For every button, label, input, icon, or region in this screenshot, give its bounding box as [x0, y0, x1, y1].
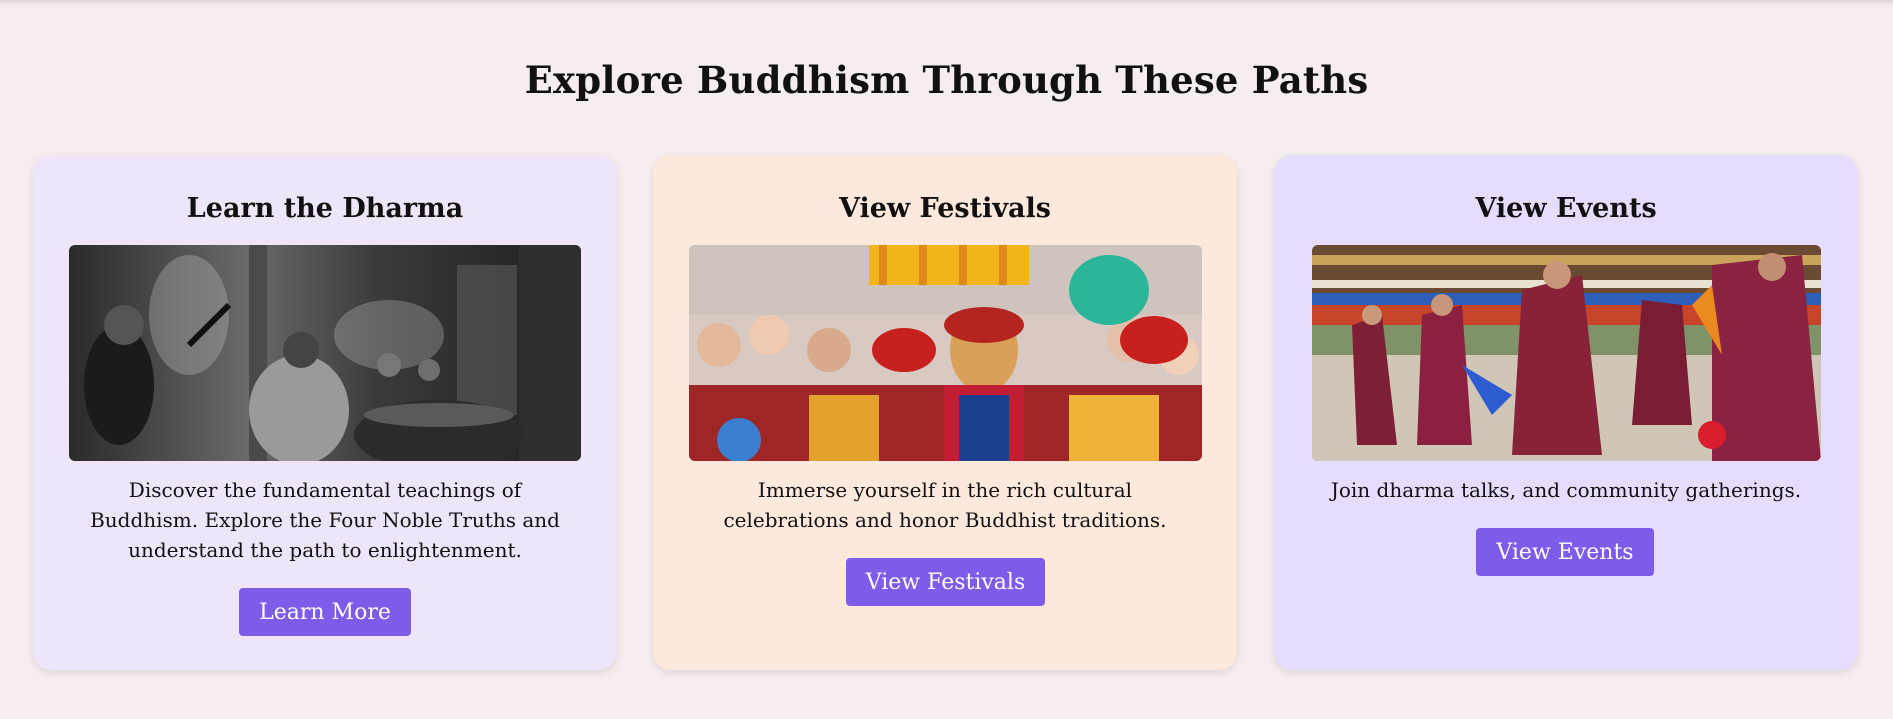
- temple-incense-image: [69, 245, 581, 461]
- card-learn-dharma: Learn the Dharma Discover the fundamenta…: [33, 155, 617, 670]
- card-title: Learn the Dharma: [186, 193, 464, 224]
- view-events-button[interactable]: View Events: [1476, 528, 1654, 576]
- section-title: Explore Buddhism Through These Paths: [524, 58, 1369, 102]
- card-view-events: View Events Join dharma talks, and commu…: [1274, 155, 1858, 670]
- card-description: Discover the fundamental teachings of Bu…: [90, 478, 560, 562]
- festival-mask-image: [689, 245, 1202, 461]
- card-title: View Festivals: [839, 193, 1051, 224]
- view-festivals-button[interactable]: View Festivals: [846, 558, 1045, 606]
- card-view-festivals: View Festivals Immerse yourself in the r…: [653, 155, 1237, 670]
- card-title: View Events: [1475, 193, 1657, 224]
- monk-dance-image: [1312, 245, 1821, 461]
- card-description: Immerse yourself in the rich cultural ce…: [723, 478, 1167, 532]
- learn-more-button[interactable]: Learn More: [239, 588, 411, 636]
- card-description: Join dharma talks, and community gatheri…: [1330, 478, 1802, 502]
- header-shadow: [0, 0, 1893, 6]
